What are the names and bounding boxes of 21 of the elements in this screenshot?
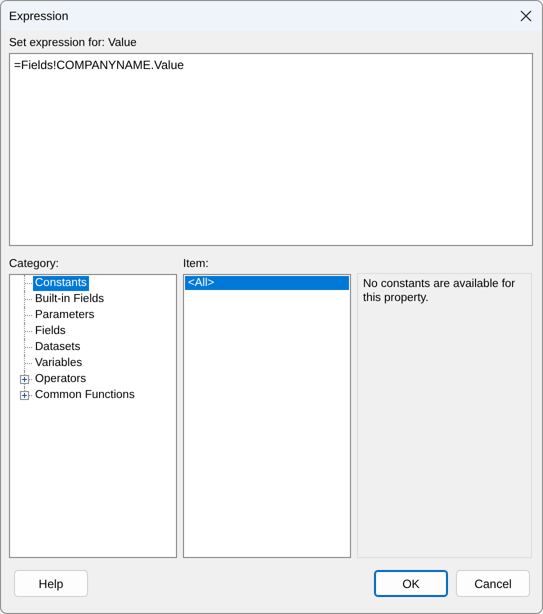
expand-icon[interactable] bbox=[20, 391, 29, 400]
window-title: Expression bbox=[9, 9, 68, 23]
tree-item[interactable]: Fields bbox=[33, 324, 68, 338]
expand-icon[interactable] bbox=[20, 375, 29, 384]
close-icon[interactable] bbox=[520, 10, 532, 22]
dialog-button[interactable]: Help bbox=[14, 570, 88, 597]
tree-item[interactable]: Variables bbox=[33, 356, 84, 370]
item-label: Item: bbox=[183, 258, 210, 270]
tree-item[interactable]: Operators bbox=[33, 372, 88, 386]
tree-item[interactable]: Datasets bbox=[33, 340, 82, 354]
tree-item[interactable]: Constants bbox=[33, 276, 89, 290]
dialog-button[interactable]: Cancel bbox=[456, 570, 530, 597]
category-label: Category: bbox=[9, 258, 60, 270]
expression-label: Set expression for: Value bbox=[9, 37, 138, 49]
list-item[interactable]: <All> bbox=[185, 276, 349, 290]
tree-item[interactable]: Common Functions bbox=[33, 388, 137, 402]
expression-field[interactable]: =Fields!COMPANYNAME.Value bbox=[9, 53, 533, 246]
description-text: No constants are available for this property. bbox=[363, 277, 516, 306]
tree-item[interactable]: Built-in Fields bbox=[33, 292, 106, 306]
dialog-button[interactable]: OK bbox=[374, 570, 448, 597]
tree-item[interactable]: Parameters bbox=[33, 308, 96, 322]
